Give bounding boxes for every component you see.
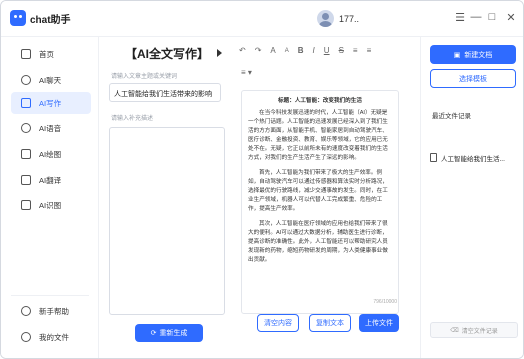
choose-template-button[interactable]: 选择模板 [430, 69, 516, 88]
topic-input[interactable]: 人工智能给我们生活带来的影响 [109, 83, 221, 102]
topic-label: 请输入文章主题或关键词 [111, 74, 178, 80]
sidebar: 首页 AI聊天 AI写作 AI语音 AI绘图 AI翻译 AI识图 新手帮助 我的… [1, 37, 99, 358]
list-icon[interactable]: ≡ [367, 46, 372, 55]
chat-icon [21, 75, 31, 85]
sidebar-item-label: 首页 [39, 49, 54, 59]
trash-icon: ⌫ [450, 327, 459, 334]
writing-mode-title[interactable]: 【AI全文写作】 [125, 45, 209, 62]
italic-icon[interactable]: I [313, 46, 315, 55]
home-icon [21, 49, 31, 59]
sidebar-item-my-files[interactable]: 我的文件 [11, 326, 91, 348]
sidebar-item-label: AI翻译 [39, 175, 62, 185]
sidebar-item-label: AI绘图 [39, 149, 62, 159]
voice-icon [21, 123, 31, 133]
app-window: chat助手 177.. ☰ — □ ✕ 首页 AI聊天 AI写作 AI语音 A… [0, 0, 524, 359]
font-color-icon[interactable]: A [285, 48, 289, 54]
translate-icon [21, 175, 31, 185]
sidebar-item-ai-voice[interactable]: AI语音 [11, 117, 91, 139]
new-document-label: 新建文档 [464, 51, 493, 59]
caret-right-icon[interactable] [217, 49, 222, 57]
sidebar-item-ai-chat[interactable]: AI聊天 [11, 69, 91, 91]
new-document-button[interactable]: ▣ 新建文档 [430, 45, 516, 64]
align-icon[interactable]: ≡ [353, 46, 358, 55]
sidebar-item-ai-paint[interactable]: AI绘图 [11, 143, 91, 165]
sidebar-item-label: AI语音 [39, 123, 62, 133]
robot-logo-icon [10, 10, 26, 26]
regenerate-label: 重新生成 [159, 330, 188, 337]
close-icon[interactable]: ✕ [504, 11, 518, 24]
document-icon [430, 153, 437, 162]
clear-records-label: 清空文件记录 [461, 328, 498, 335]
recent-files-title: 最近文件记录 [432, 113, 471, 120]
sidebar-item-label: 新手帮助 [39, 306, 69, 316]
paragraph-format-dropdown[interactable]: ≡ ▾ [241, 68, 252, 77]
menu-icon[interactable]: ☰ [453, 11, 467, 24]
app-name: chat助手 [30, 14, 71, 26]
strikethrough-icon[interactable]: S [339, 46, 344, 55]
sidebar-item-label: AI写作 [39, 98, 62, 108]
right-panel: ▣ 新建文档 选择模板 最近文件记录 人工智能给我们生活... ⌫ 清空文件记录 [420, 37, 523, 358]
user-profile[interactable]: 177.. [317, 10, 359, 27]
document-paragraph: 其次，人工智能在医疗领域的应用也给我们带来了很大的便利。AI可以通过大数据分析，… [248, 221, 388, 263]
sidebar-item-ai-writing[interactable]: AI写作 [11, 92, 91, 114]
new-doc-icon: ▣ [453, 51, 461, 59]
write-icon [21, 98, 31, 108]
user-name: 177.. [339, 13, 360, 24]
minimize-icon[interactable]: — [469, 11, 483, 23]
sidebar-item-ai-image-recognize[interactable]: AI识图 [11, 194, 91, 216]
sidebar-item-label: 我的文件 [39, 332, 69, 342]
copy-text-button[interactable]: 复制文本 [309, 314, 351, 332]
image-recognize-icon [21, 200, 31, 210]
writing-form: 【AI全文写作】 请输入文章主题或关键词 人工智能给我们生活带来的影响 请输入补… [99, 37, 229, 358]
recent-file-item[interactable]: 人工智能给我们生活... [430, 149, 520, 166]
word-count: 796/10000 [373, 299, 397, 305]
sidebar-item-help[interactable]: 新手帮助 [11, 300, 91, 322]
sidebar-item-label: AI识图 [39, 200, 62, 210]
redo-icon[interactable]: ↷ [255, 46, 262, 55]
regenerate-button[interactable]: ⟳ 重新生成 [135, 324, 203, 342]
clear-records-button[interactable]: ⌫ 清空文件记录 [430, 322, 518, 338]
upload-file-button[interactable]: 上传文件 [359, 314, 399, 332]
refresh-icon: ⟳ [150, 330, 157, 337]
document-paragraph: 在当今科技发展迅速的时代，人工智能（AI）无疑是一个热门话题。人工智能的迅速发展… [248, 110, 388, 161]
document-body[interactable]: 标题：人工智能：改变我们的生活 在当今科技发展迅速的时代，人工智能（AI）无疑是… [241, 90, 399, 314]
document-title: 标题：人工智能：改变我们的生活 [278, 98, 362, 104]
maximize-icon[interactable]: □ [485, 11, 499, 23]
underline-icon[interactable]: U [324, 46, 330, 55]
app-logo: chat助手 [10, 10, 71, 26]
editor-panel: ↶ ↷ A A B I U S ≡ ≡ ≡ ▾ 标题：人工智能：改变我们的生活 … [233, 37, 407, 358]
extra-description-label: 请输入补充描述 [111, 116, 154, 122]
avatar[interactable] [317, 10, 334, 27]
editor-toolbar: ↶ ↷ A A B I U S ≡ ≡ [239, 46, 371, 55]
undo-icon[interactable]: ↶ [239, 46, 246, 55]
sidebar-item-label: AI聊天 [39, 75, 62, 85]
paint-icon [21, 149, 31, 159]
sidebar-item-ai-translate[interactable]: AI翻译 [11, 169, 91, 191]
title-bar: chat助手 177.. ☰ — □ ✕ [1, 1, 523, 37]
extra-description-textarea[interactable] [109, 127, 225, 315]
bold-icon[interactable]: B [298, 46, 304, 55]
sidebar-divider [11, 295, 89, 296]
font-size-icon[interactable]: A [270, 46, 275, 55]
folder-icon [21, 332, 31, 342]
document-paragraph: 首先，人工智能为我们带来了极大的生产效率。例如，自动驾驶汽车可以通过传感器和算法… [248, 170, 388, 212]
help-icon [21, 306, 31, 316]
sidebar-item-home[interactable]: 首页 [11, 43, 91, 65]
recent-file-name: 人工智能给我们生活... [441, 155, 505, 163]
clear-content-button[interactable]: 清空内容 [257, 314, 299, 332]
